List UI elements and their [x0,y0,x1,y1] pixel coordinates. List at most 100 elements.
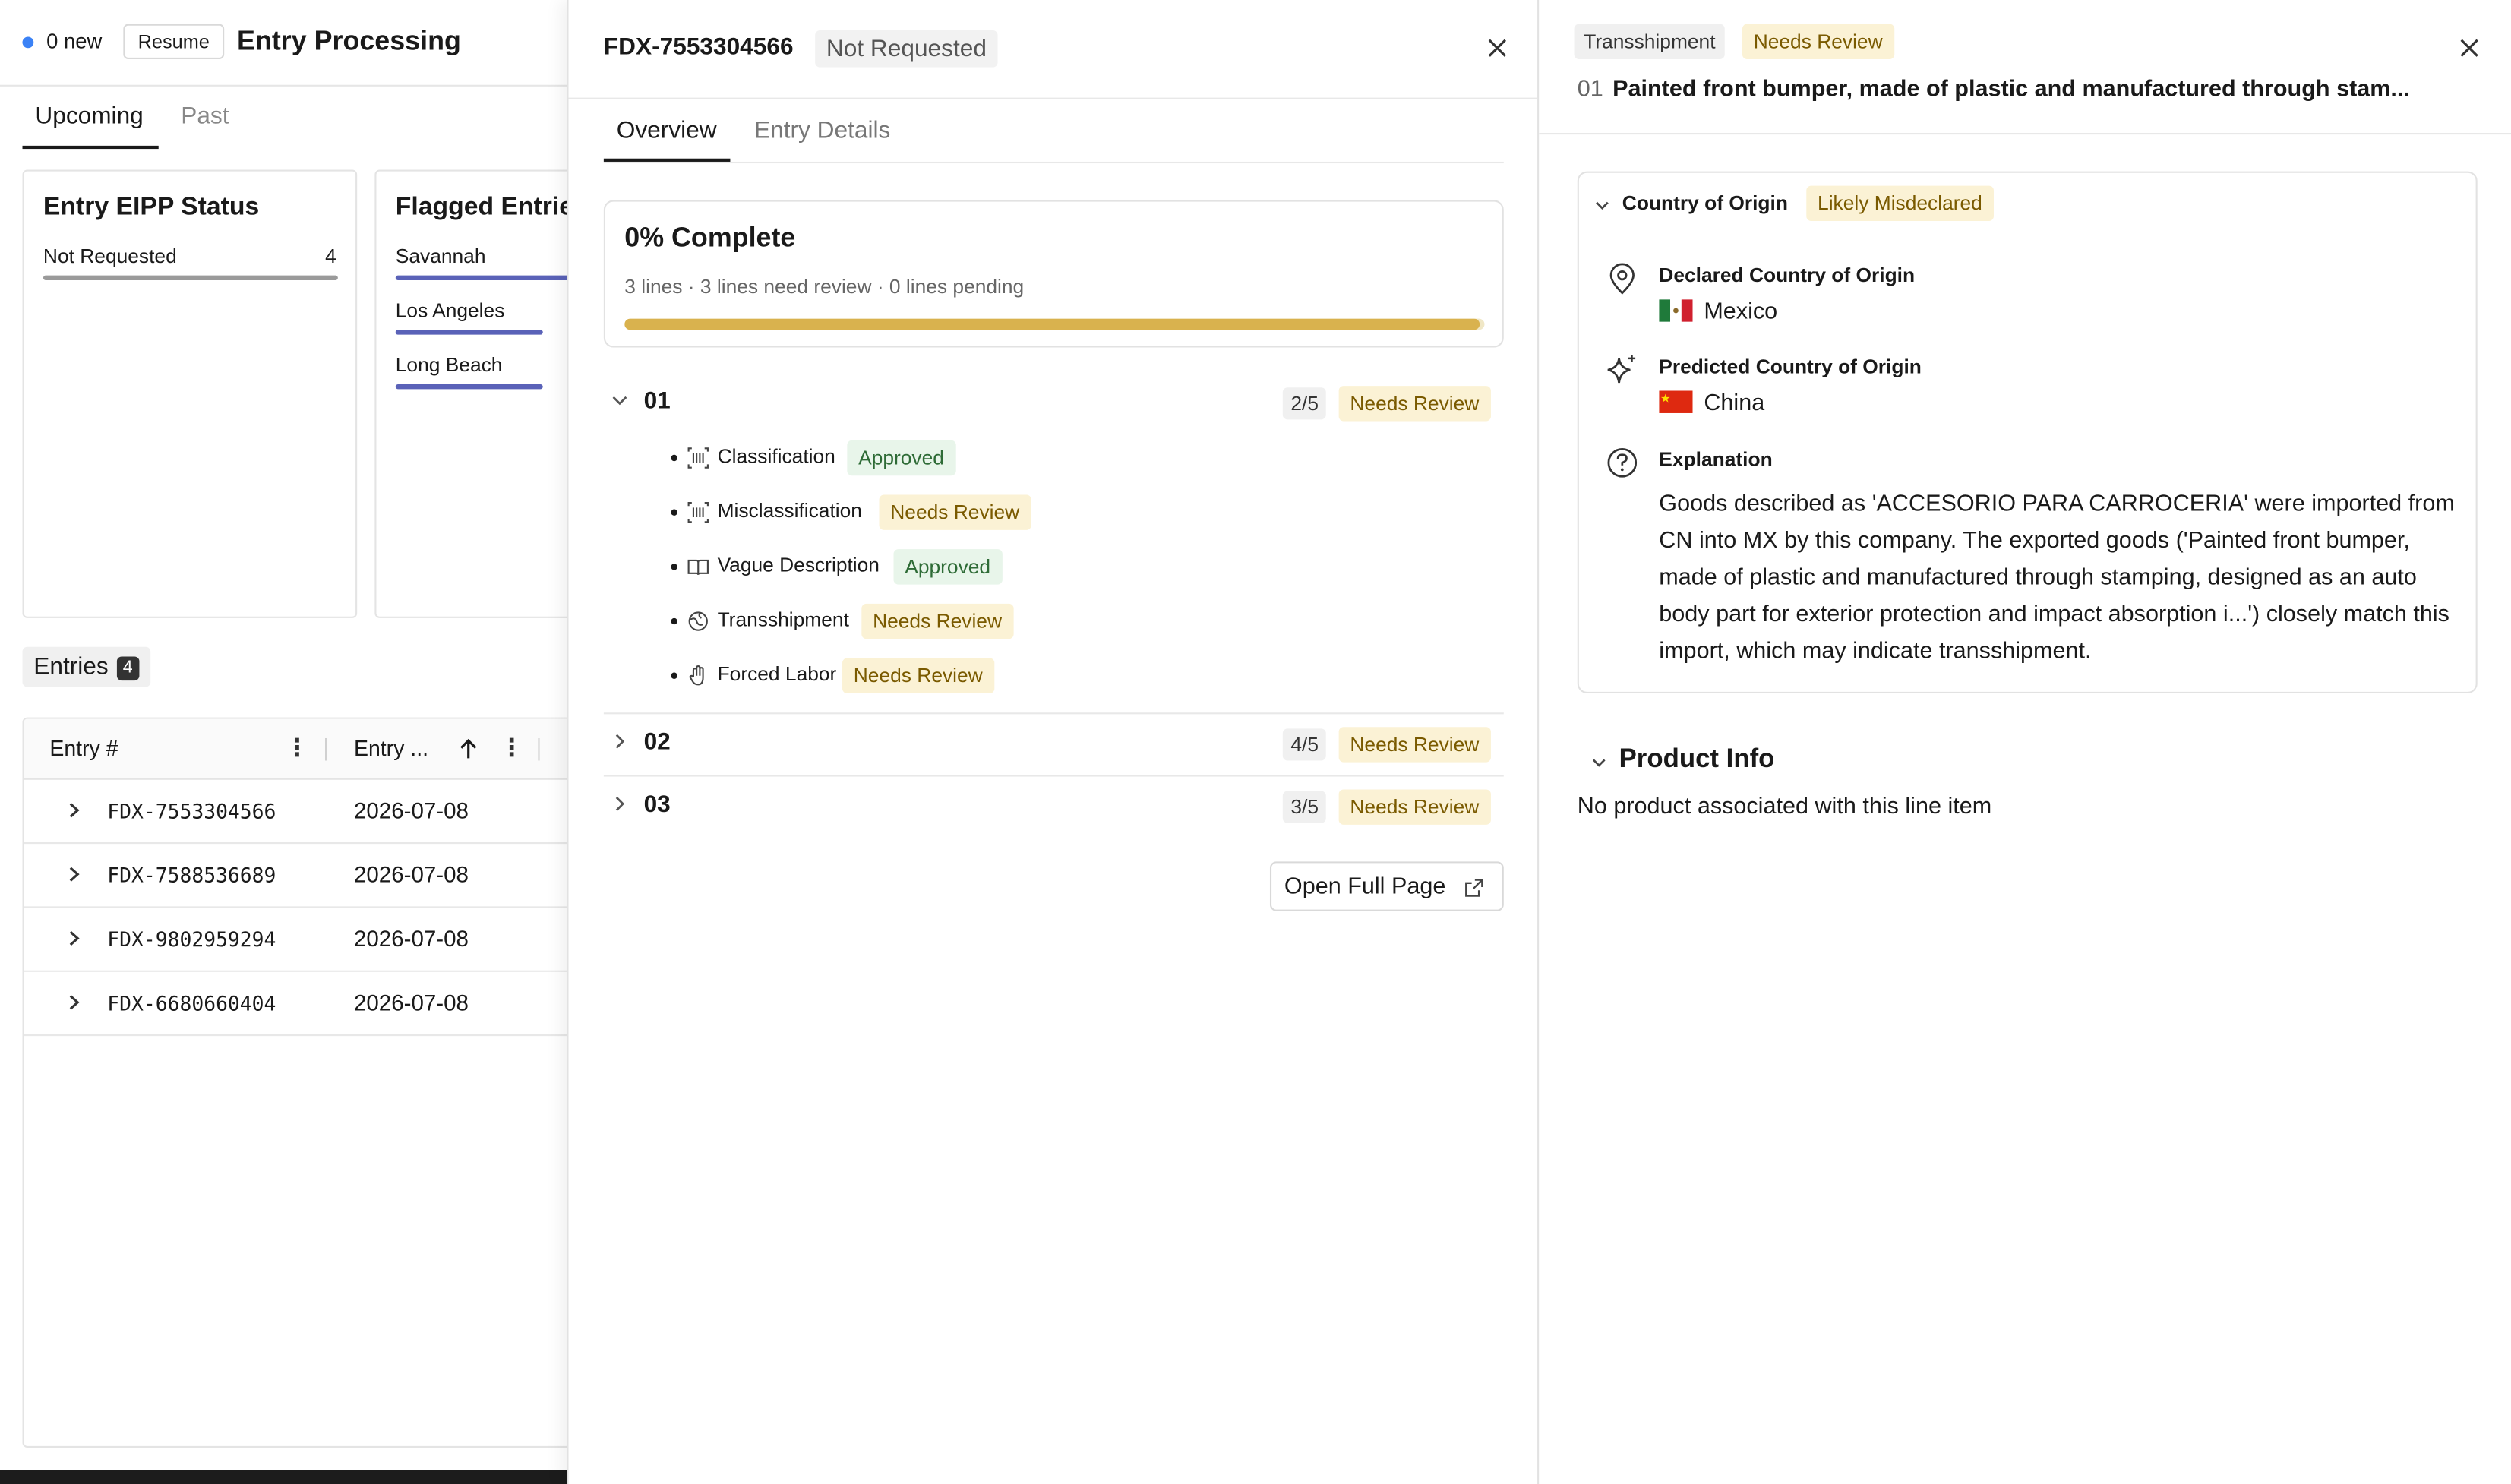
entries-label: Entries [33,653,109,681]
chevron-right-icon[interactable] [62,863,85,886]
chevron-right-icon[interactable] [610,794,629,813]
table-row[interactable]: FDX-6680660404 2026-07-08 [24,972,567,1037]
progress-card: 0% Complete 3 lines · 3 lines need revie… [603,200,1504,348]
chevron-right-icon[interactable] [610,732,629,751]
tab-overview[interactable]: Overview [617,117,717,144]
close-icon[interactable] [2458,36,2481,59]
eipp-status-badge: Not Requested [815,30,998,68]
mexico-flag-icon [1659,299,1693,322]
entry-date: 2026-07-08 [353,989,469,1015]
country-of-origin-heading[interactable]: Country of Origin [1622,192,1788,215]
help-circle-icon [1607,448,1638,478]
check-status-badge: Needs Review [1742,24,1894,60]
line-status-badge: Needs Review [1338,727,1491,763]
column-header-entry[interactable]: Entry # [49,737,118,761]
resume-button[interactable]: Resume [123,24,225,60]
column-menu-icon[interactable]: ⋮ [500,736,524,763]
column-menu-icon[interactable]: ⋮ [285,736,309,763]
entry-detail-header: FDX-7553304566 Not Requested [568,0,1538,99]
book-icon [687,559,709,575]
china-flag-icon [1659,390,1693,413]
line-item-01[interactable]: 01 2/5 Needs Review [604,373,1504,434]
entries-table: Entry # ⋮ Entry ... ⋮ FDX-7553304566 202… [22,717,567,1448]
predicted-origin-label: Predicted Country of Origin [1659,355,1922,378]
hand-icon [689,665,704,686]
line-number: 01 [643,387,671,415]
open-full-page-button[interactable]: Open Full Page [1269,861,1504,911]
flagged-label-los-angeles: Los Angeles [395,299,505,322]
new-indicator-dot [22,36,34,49]
chevron-right-icon[interactable] [62,991,85,1014]
bullet [671,454,677,462]
entry-id-title: FDX-7553304566 [603,33,794,62]
bullet [671,617,677,625]
check-type-tag: Transshipment [1574,24,1726,60]
tab-upcoming[interactable]: Upcoming [35,103,143,130]
map-pin-icon [1609,263,1635,295]
stat-count-not-requested: 4 [325,245,336,268]
chevron-down-icon[interactable] [610,390,629,409]
explanation-label: Explanation [1659,448,1773,471]
entry-detail-panel: FDX-7553304566 Not Requested Overview En… [567,0,1538,1484]
external-link-icon [1465,879,1483,897]
line-item-03[interactable]: 03 3/5 Needs Review [604,777,1504,838]
bottom-strip [0,1470,567,1484]
entry-number: FDX-9802959294 [107,927,276,952]
line-check-header: Transshipment Needs Review 01 Painted fr… [1539,0,2511,135]
line-item-02[interactable]: 02 4/5 Needs Review [604,714,1504,775]
line-status-badge: Needs Review [1338,386,1491,422]
tab-bar: Upcoming Past [22,87,567,150]
progress-title: 0% Complete [624,223,796,254]
likely-misdeclared-badge: Likely Misdeclared [1806,185,1994,221]
entry-number: FDX-6680660404 [107,991,276,1015]
check-status-badge: Approved [847,440,955,476]
check-status-badge: Needs Review [861,603,1013,639]
declared-origin-country: Mexico [1704,299,1778,326]
line-number: 03 [643,791,671,819]
table-row[interactable]: FDX-7588536689 2026-07-08 [24,844,567,908]
close-icon[interactable] [1486,36,1509,59]
declared-origin-label: Declared Country of Origin [1659,264,1916,287]
stat-bar-not-requested [43,275,338,280]
flagged-bar-savannah [395,275,567,280]
entry-date: 2026-07-08 [353,797,469,823]
tab-past[interactable]: Past [181,103,229,130]
progress-bar [624,318,1485,330]
progress-bar-fill [624,318,1480,330]
column-divider[interactable] [325,737,327,761]
flagged-entries-card: Flagged Entries Savannah Los Angeles Lon… [374,169,567,618]
check-status-badge: Needs Review [842,658,994,693]
check-label: Transshipment [717,608,849,631]
entries-count-badge: 4 [116,656,140,681]
explanation-text: Goods described as 'ACCESORIO PARA CARRO… [1659,491,2455,665]
predicted-origin-country: China [1704,390,1765,417]
progress-summary: 3 lines · 3 lines need review · 0 lines … [624,275,1025,298]
chevron-right-icon[interactable] [62,799,85,822]
product-info-heading[interactable]: Product Info [1619,744,1775,775]
barcode-icon [687,447,709,469]
declared-origin-value: Mexico [1659,299,1777,325]
line-review-count: 2/5 [1282,387,1327,420]
entry-number: FDX-7553304566 [107,799,276,823]
line-number: 01 [1577,77,1603,103]
globe-icon [688,611,708,631]
chevron-down-icon[interactable] [1590,754,1608,772]
predicted-origin-value: China [1659,390,1764,416]
sort-ascending-icon[interactable] [458,738,479,761]
entries-section-label: Entries 4 [22,646,150,687]
table-row[interactable]: FDX-7553304566 2026-07-08 [24,780,567,845]
top-bar: 0 new Resume Entry Processing [0,0,567,87]
line-status-badge: Needs Review [1338,789,1491,825]
page-title: Entry Processing [237,25,461,56]
bullet [671,672,677,679]
column-header-entry-date[interactable]: Entry ... [354,737,428,761]
chevron-down-icon[interactable] [1593,197,1611,214]
new-count-label: 0 new [46,28,103,53]
chevron-right-icon[interactable] [62,927,85,950]
tab-entry-details[interactable]: Entry Details [754,117,890,144]
line-item-title: Painted front bumper, made of plastic an… [1612,77,2410,103]
line-review-count: 3/5 [1282,791,1327,823]
column-divider[interactable] [538,737,540,761]
table-row[interactable]: FDX-9802959294 2026-07-08 [24,908,567,972]
product-info-empty-text: No product associated with this line ite… [1577,794,1992,820]
